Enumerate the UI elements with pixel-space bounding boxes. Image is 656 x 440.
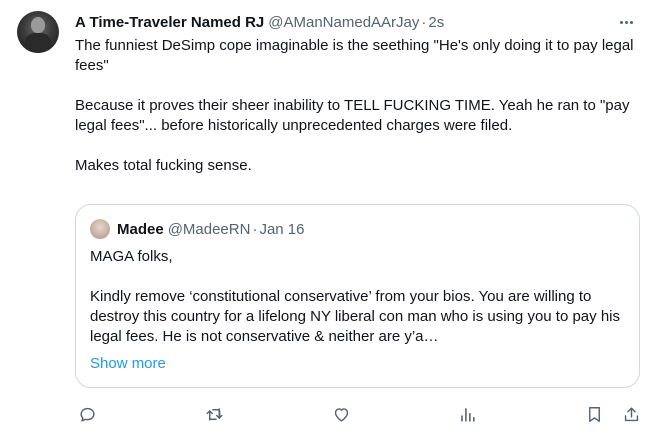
quoted-avatar[interactable] [90, 219, 110, 239]
share-icon[interactable] [620, 403, 642, 425]
tweet[interactable]: A Time-Traveler Named RJ @AManNamedAArJa… [0, 0, 656, 440]
tweet-header: A Time-Traveler Named RJ @AManNamedAArJa… [75, 12, 444, 32]
more-options-icon[interactable] [616, 14, 636, 30]
quoted-handle: @MadeeRN [167, 220, 251, 238]
views-icon[interactable] [456, 403, 478, 425]
separator-dot: · [421, 13, 427, 31]
reply-icon[interactable] [76, 403, 98, 425]
quoted-timestamp: Jan 16 [259, 220, 305, 238]
quoted-text: MAGA folks, Kindly remove ‘constitutiona… [90, 247, 630, 347]
tweet-paragraph: Because it proves their sheer inability … [75, 97, 630, 134]
like-icon[interactable] [330, 403, 352, 425]
quoted-paragraph: Kindly remove ‘constitutional conservati… [90, 288, 620, 345]
show-more-link[interactable]: Show more [90, 355, 166, 372]
tweet-paragraph: The funniest DeSimp cope imaginable is t… [75, 37, 634, 74]
avatar[interactable] [17, 11, 59, 53]
tweet-paragraph: Makes total fucking sense. [75, 157, 252, 174]
quoted-display-name: Madee [117, 220, 164, 238]
timestamp[interactable]: 2s [428, 14, 444, 31]
display-name[interactable]: A Time-Traveler Named RJ [75, 14, 264, 31]
user-handle[interactable]: @AManNamedAArJay [268, 14, 419, 31]
bookmark-icon[interactable] [583, 403, 605, 425]
quoted-paragraph: MAGA folks, [90, 248, 173, 265]
quoted-header: Madee @MadeeRN · Jan 16 [117, 219, 305, 239]
retweet-icon[interactable] [203, 403, 225, 425]
separator-dot: · [252, 220, 258, 238]
quoted-tweet[interactable]: Madee @MadeeRN · Jan 16 MAGA folks, Kind… [75, 204, 640, 388]
tweet-text: The funniest DeSimp cope imaginable is t… [75, 36, 635, 176]
action-bar [75, 403, 645, 425]
